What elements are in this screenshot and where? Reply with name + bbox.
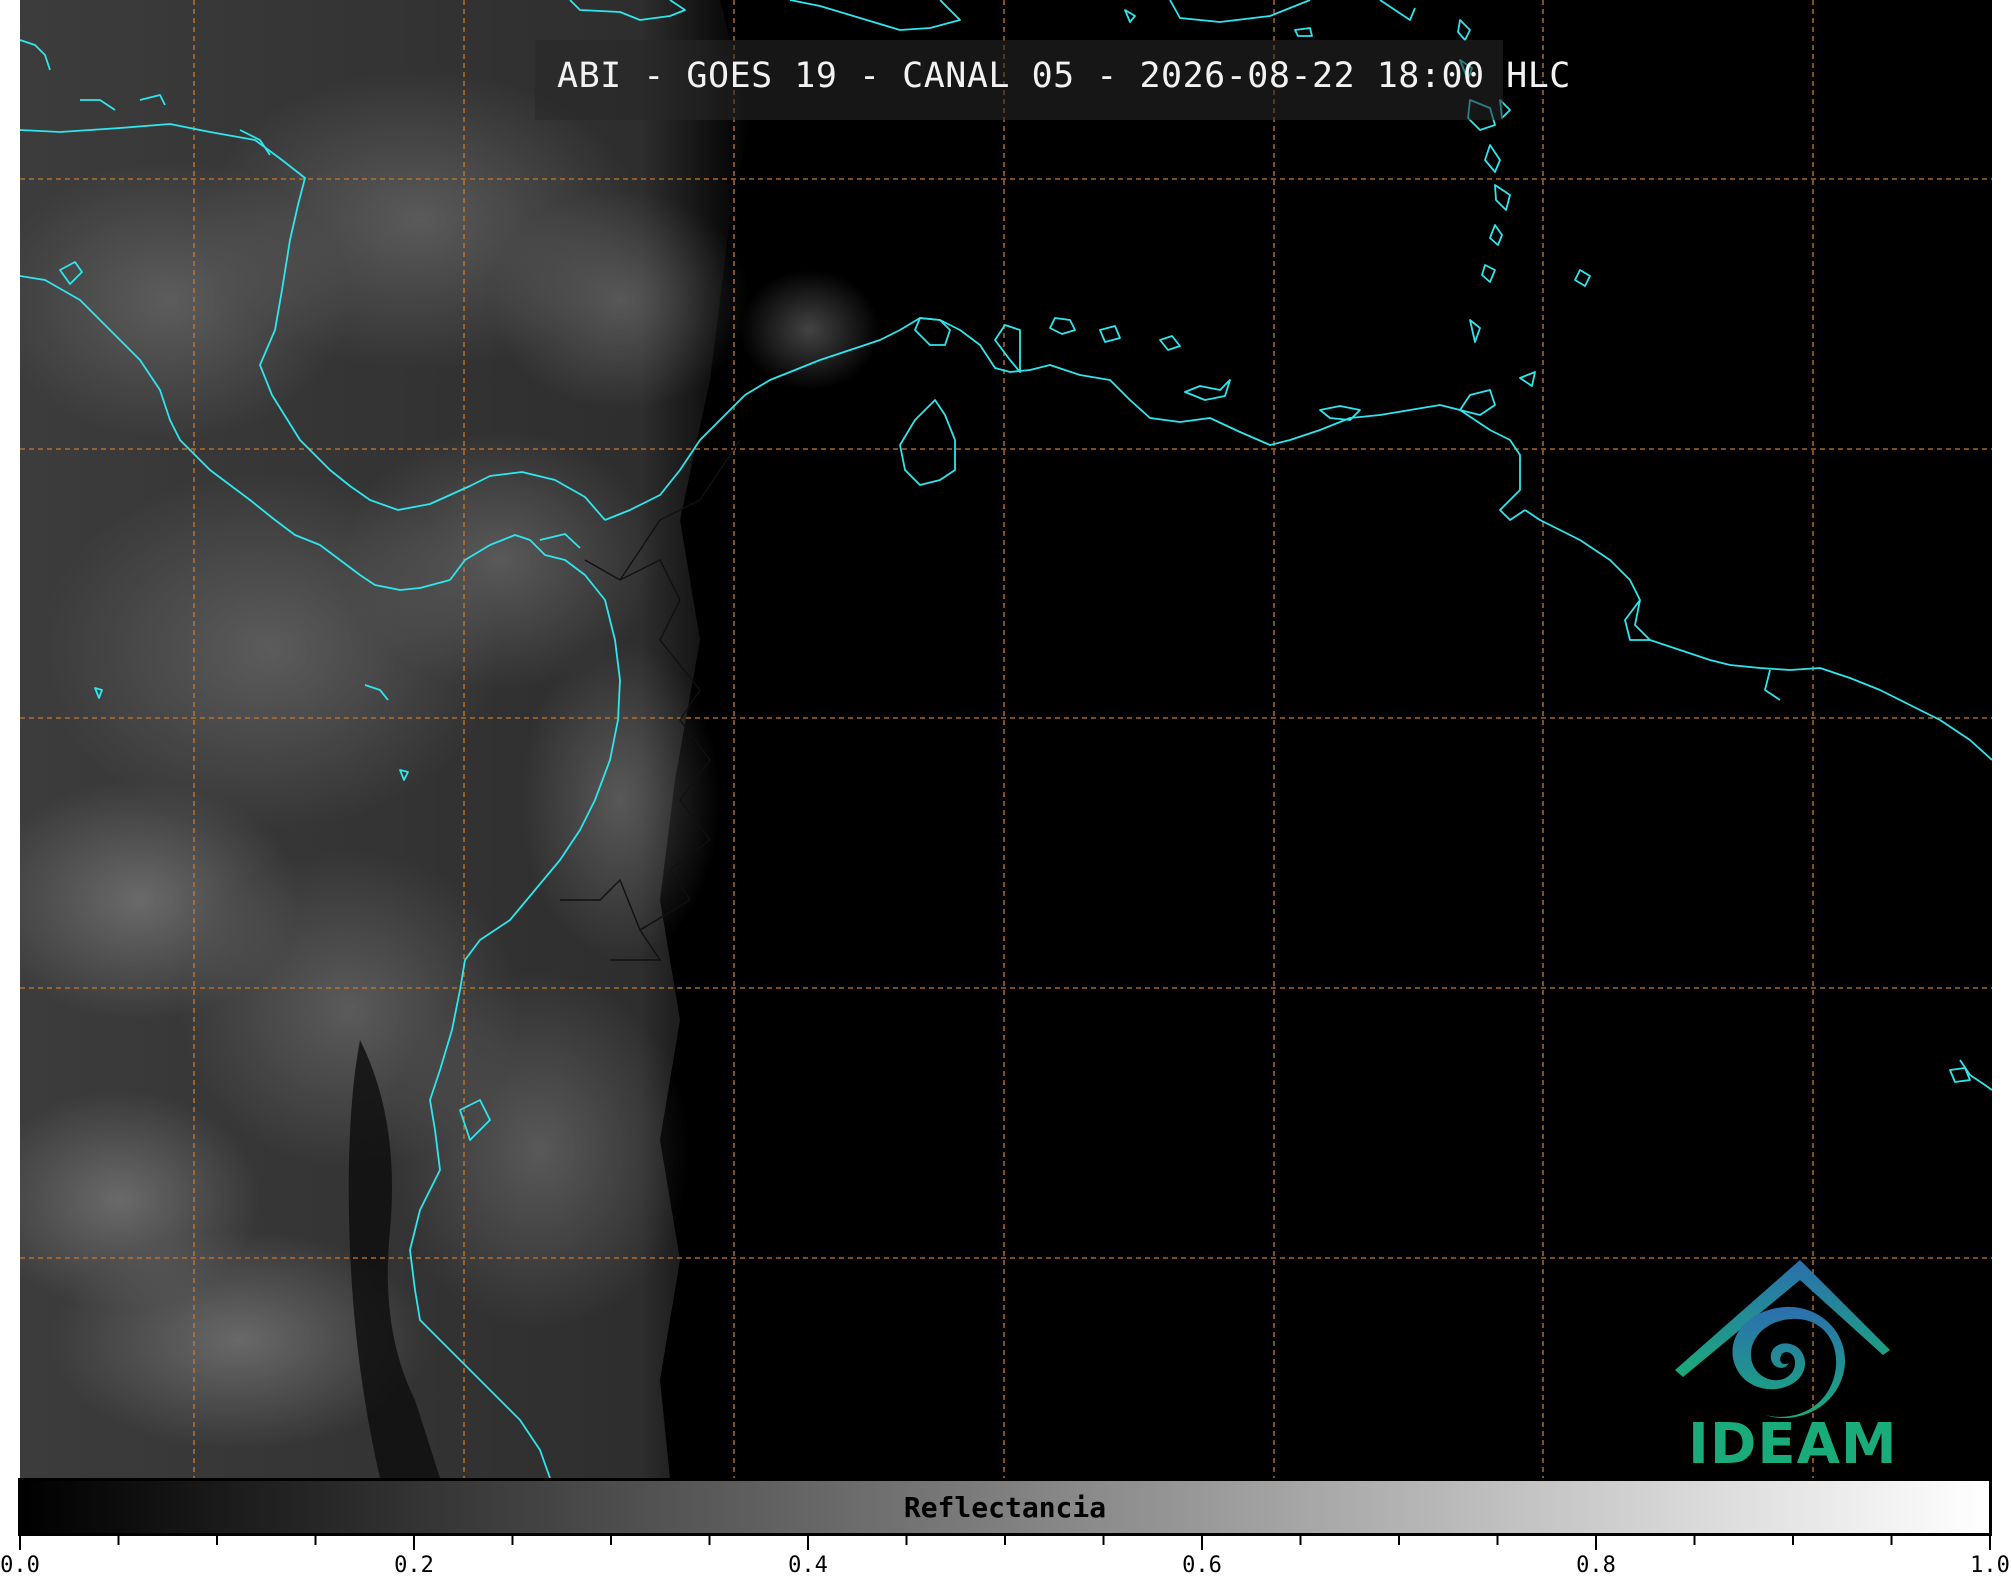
colorbar-tick-label: 1.0 [1970, 1553, 2010, 1578]
colorbar-tick-label: 0.2 [394, 1553, 434, 1578]
colorbar-tick-label: 0.8 [1576, 1553, 1616, 1578]
satellite-figure: ABI - GOES 19 - CANAL 05 - 2026-08-22 18… [0, 0, 2011, 1578]
coast-bonaire [1159, 335, 1181, 351]
coast-venezuela [1524, 509, 1992, 761]
coast-guajira [994, 324, 1021, 373]
figure-title: ABI - GOES 19 - CANAL 05 - 2026-08-22 18… [557, 56, 1571, 96]
colorbar-tick-label: 0.6 [1182, 1553, 1222, 1578]
colorbar-label: Reflectancia [903, 1491, 1107, 1524]
cloud-texture [20, 70, 880, 1450]
coast-maracaibo [899, 399, 956, 486]
coast-colombia-caribbean [604, 317, 1526, 521]
coast-aruba [1049, 317, 1076, 335]
colorbar-ticks [19, 1536, 1991, 1550]
coast-curacao [1099, 325, 1121, 343]
coast-islands-east [1457, 19, 1471, 41]
colorbar-tick-label: 0.4 [788, 1553, 828, 1578]
colorbar: Reflectancia [18, 1478, 1992, 1536]
colorbar-tick-label: 0.0 [0, 1553, 40, 1578]
ideam-logo-text: IDEAM [1688, 1412, 1898, 1477]
